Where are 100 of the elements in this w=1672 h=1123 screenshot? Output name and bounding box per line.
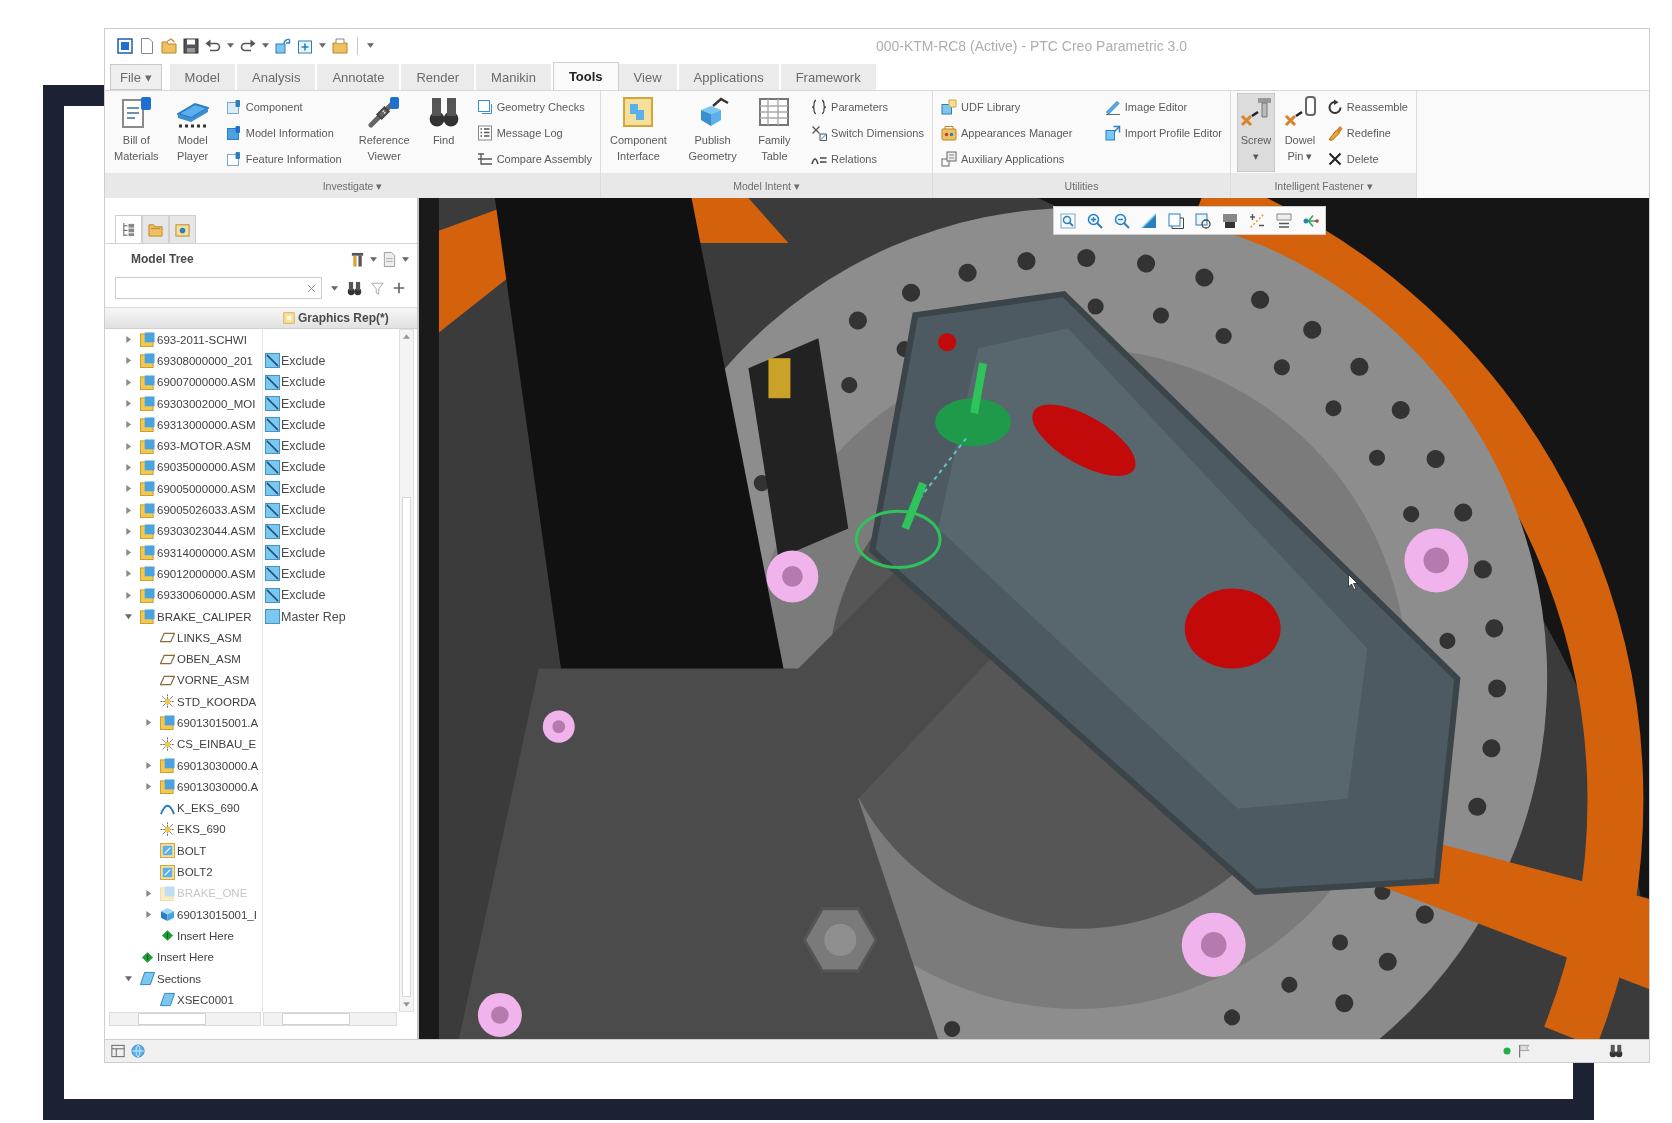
ribbon-button[interactable]: Message Log [474,120,594,146]
tree-item-label[interactable]: 69013030000.A [177,759,259,772]
tree-item-label[interactable]: K_EKS_690 [177,802,240,815]
expand-arrow-icon[interactable] [124,485,132,493]
ribbon-button[interactable]: Find [424,93,463,172]
caret-icon[interactable] [227,43,234,48]
tree-item-label[interactable]: Insert Here [177,929,234,942]
folder-icon[interactable] [332,37,348,54]
collapse-arrow-icon[interactable] [124,975,132,983]
ribbon-button[interactable]: Appearances Manager [939,120,1075,146]
vertical-scrollbar[interactable] [399,329,414,1012]
ribbon-button[interactable]: Redefine [1324,120,1410,146]
tree-item-label[interactable]: VORNE_ASM [177,674,250,687]
ribbon-button[interactable]: Relations [809,146,926,172]
scroll-down-icon[interactable] [403,1002,410,1007]
tree-item-label[interactable]: 69012000000.ASM [157,567,256,580]
expand-arrow-icon[interactable] [124,570,132,578]
zoom-in-icon[interactable] [1087,212,1103,229]
scroll-up-icon[interactable] [403,334,410,339]
ribbon-button[interactable]: Delete [1324,146,1410,172]
ribbon-tab[interactable]: Annotate [317,64,402,90]
ribbon-tab[interactable]: Model [169,64,237,90]
caret-icon[interactable] [367,43,374,48]
ribbon-button[interactable]: Bill of Materials [111,93,162,172]
ribbon-group-label[interactable]: Utilities [933,173,1230,198]
ribbon-tab[interactable]: Manikin [476,64,553,90]
tree-item-label[interactable]: BRAKE_CALIPER [157,610,252,623]
tree-item-label[interactable]: CS_EINBAU_E [177,738,257,751]
expand-arrow-icon[interactable] [124,336,132,344]
repaint-icon[interactable] [1141,212,1157,229]
ribbon-tab[interactable]: Render [401,64,477,90]
ribbon-button[interactable]: Component Interface [607,93,670,172]
tree-item-label[interactable]: 69308000000_201 [157,354,253,367]
display-style-icon[interactable] [1222,212,1238,229]
horizontal-scrollbar[interactable] [109,1012,261,1026]
zoom-fit-icon[interactable] [1060,212,1076,229]
binoculars-icon[interactable] [347,280,362,296]
scrollbar-thumb[interactable] [402,497,411,997]
expand-arrow-icon[interactable] [124,549,132,557]
ribbon-tab[interactable]: View [618,64,679,90]
expand-arrow-icon[interactable] [144,762,152,770]
save-icon[interactable] [183,37,199,54]
ribbon-tab[interactable]: Tools [552,62,619,90]
caret-icon[interactable] [402,256,409,262]
tree-item-label[interactable]: EKS_690 [177,823,226,836]
caret-icon[interactable] [262,43,269,48]
horizontal-scrollbar[interactable] [263,1012,397,1026]
panel-tab[interactable] [169,215,196,243]
ribbon-button[interactable]: Auxiliary Applications [939,146,1075,172]
tree-item-label[interactable]: 69330060000.ASM [157,589,256,602]
tree-item-label[interactable]: 693-2011-SCHWI [157,333,247,346]
tree-item-label[interactable]: 69035000000.ASM [157,461,256,474]
expand-arrow-icon[interactable] [124,527,132,535]
ribbon-button[interactable]: Switch Dimensions [809,120,926,146]
tree-item-label[interactable]: 69313000000.ASM [157,418,256,431]
ribbon-button[interactable]: Reference Viewer [355,93,413,172]
tree-item-label[interactable]: 69013030000.A [177,780,259,793]
collapse-arrow-icon[interactable] [124,613,132,620]
ribbon-button[interactable]: Parameters [809,94,926,120]
ribbon-button[interactable]: Model Player [173,93,212,172]
ribbon-button[interactable]: Publish Geometry [685,93,740,172]
ribbon-button[interactable]: Geometry Checks [474,94,594,120]
ribbon-button[interactable]: Dowel Pin ▾ [1280,93,1319,172]
tree-item-label[interactable]: OBEN_ASM [177,653,241,666]
caret-icon[interactable] [331,285,338,291]
ribbon-button[interactable]: Compare Assembly [474,146,594,172]
tree-item-label[interactable]: BOLT2 [177,866,213,879]
expand-arrow-icon[interactable] [124,357,132,365]
tree-item-label[interactable]: Insert Here [157,951,214,964]
ribbon-button[interactable]: Component [223,94,344,120]
panel-tab[interactable] [115,215,142,243]
expand-arrow-icon[interactable] [124,378,132,386]
ribbon-group-label[interactable]: Investigate ▾ [105,173,600,198]
tree-item-label[interactable]: 69314000000.ASM [157,546,256,559]
filter-icon[interactable] [371,281,384,295]
globe-icon[interactable] [131,1044,145,1058]
tree-item-label[interactable]: Sections [157,972,202,985]
clear-icon[interactable] [307,283,316,293]
ribbon-button[interactable]: Model Information [223,120,344,146]
annotation-display-icon[interactable] [1276,212,1292,229]
plus-sheet-icon[interactable] [297,37,313,54]
expand-arrow-icon[interactable] [124,506,132,514]
layout-icon[interactable] [111,1044,125,1058]
view-cube-icon[interactable] [1168,212,1184,229]
ribbon-tab[interactable]: Applications [678,64,781,90]
ribbon-button[interactable]: Feature Information [223,146,344,172]
tree-item-label[interactable]: 69013015001.A [177,717,259,729]
ribbon-button[interactable]: Screw ▾ [1237,93,1275,172]
document-icon[interactable] [382,251,397,267]
expand-arrow-icon[interactable] [124,442,132,450]
open-folder-icon[interactable] [161,37,177,54]
regenerate-icon[interactable] [275,37,291,54]
file-menu-button[interactable]: File ▾ [110,64,162,90]
spin-center-icon[interactable] [1303,212,1319,229]
tree-item-label[interactable]: 69013015001_I [177,908,257,921]
zoom-out-icon[interactable] [1114,212,1130,229]
scrollbar-thumb[interactable] [282,1013,350,1025]
tree-item-label[interactable]: LINKS_ASM [177,631,242,644]
binoculars-icon[interactable] [1609,1044,1623,1058]
tree-item-label[interactable]: 69303002000_MOI [157,397,256,410]
